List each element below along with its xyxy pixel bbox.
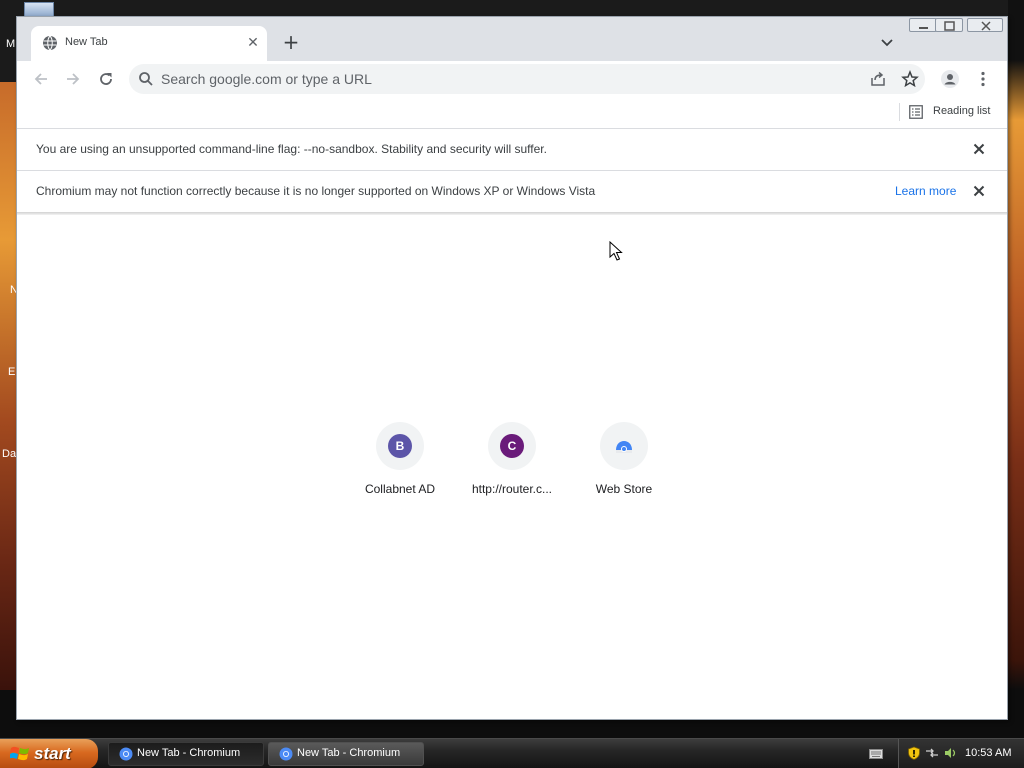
more-menu-icon[interactable] [973,69,993,89]
shortcut-icon-bubble: C [488,422,536,470]
omnibox-input[interactable] [161,68,841,90]
taskbar-button-chromium[interactable]: New Tab - Chromium [108,742,264,766]
bookmarks-bar: Reading list [17,97,1007,127]
shortcut-icon-bubble: B [376,422,424,470]
toolbar [17,61,1007,97]
system-tray: 10:53 AM [898,739,1024,768]
forward-arrow-icon[interactable] [63,69,83,89]
globe-icon [43,35,57,51]
shortcut-label: Collabnet AD [364,482,436,496]
tab-new-tab[interactable]: New Tab ✕ [31,26,267,61]
desktop-icon-label: M [6,38,16,50]
chevron-down-icon[interactable] [879,34,895,50]
new-tab-page: B Collabnet AD C http://router.c... Web … [17,215,1007,719]
security-shield-icon[interactable] [907,746,921,760]
shortcut-label: Web Store [595,482,653,496]
taskbar-button-label: New Tab - Chromium [297,747,401,759]
close-icon[interactable] [971,141,987,157]
bookmark-star-icon[interactable] [901,70,919,88]
start-button[interactable]: start [0,739,98,768]
chromium-icon [279,747,293,761]
shortcut-tile[interactable]: C http://router.c... [456,418,568,508]
taskbar-clock: 10:53 AM [965,747,1012,759]
desktop-wallpaper-right [1008,0,1024,740]
close-icon [981,21,991,31]
close-window-button[interactable] [967,18,1003,32]
minimize-icon [919,27,928,29]
network-icon[interactable] [925,746,939,760]
browser-window: New Tab ✕ + Search google.com or type a … [16,16,1008,720]
omnibox[interactable] [129,64,925,94]
desktop-icon-label: E [8,366,16,378]
desktop-icon-label: Da [2,448,17,460]
shortcut-tile[interactable]: Web Store [568,418,680,508]
bookmarks-divider [899,103,900,121]
taskbar-button-label: New Tab - Chromium [137,747,241,759]
share-icon[interactable] [869,70,887,88]
infobar-message: Chromium may not function correctly beca… [36,184,596,198]
profile-avatar-icon[interactable] [940,69,960,89]
new-tab-button[interactable]: + [281,32,301,52]
web-store-icon [616,441,632,453]
reading-list-label: Reading list [933,105,991,117]
reading-list-icon [909,105,923,119]
shortcut-letter-icon: B [388,434,412,458]
minimize-button[interactable] [909,18,937,32]
back-arrow-icon[interactable] [31,69,51,89]
shortcut-icon-bubble [600,422,648,470]
tab-close-icon[interactable]: ✕ [245,35,261,51]
shortcut-letter-icon: C [500,434,524,458]
reload-icon[interactable] [96,69,116,89]
start-label: start [34,744,71,763]
keyboard-icon[interactable] [869,749,883,759]
taskbar: start New Tab - Chromium New Tab - Chrom… [0,738,1024,768]
close-icon[interactable] [971,183,987,199]
infobar-sandbox-warning: You are using an unsupported command-lin… [17,128,1007,170]
shortcut-label: http://router.c... [471,482,553,496]
infobar-unsupported-os: Chromium may not function correctly beca… [17,170,1007,212]
windows-logo-icon [10,746,29,761]
restore-icon [944,21,955,31]
mouse-cursor-icon [609,241,623,261]
reading-list-button[interactable]: Reading list [909,101,1001,123]
maximize-button[interactable] [935,18,963,32]
learn-more-link[interactable]: Learn more [895,184,956,198]
taskbar-button-chromium[interactable]: New Tab - Chromium [268,742,424,766]
volume-icon[interactable] [943,746,957,760]
search-icon [139,72,153,86]
tab-title: New Tab [65,36,108,48]
infobar-message: You are using an unsupported command-lin… [36,142,547,156]
tab-strip: New Tab ✕ + [17,17,1007,61]
chromium-icon [119,747,133,761]
shortcut-tile[interactable]: B Collabnet AD [344,418,456,508]
